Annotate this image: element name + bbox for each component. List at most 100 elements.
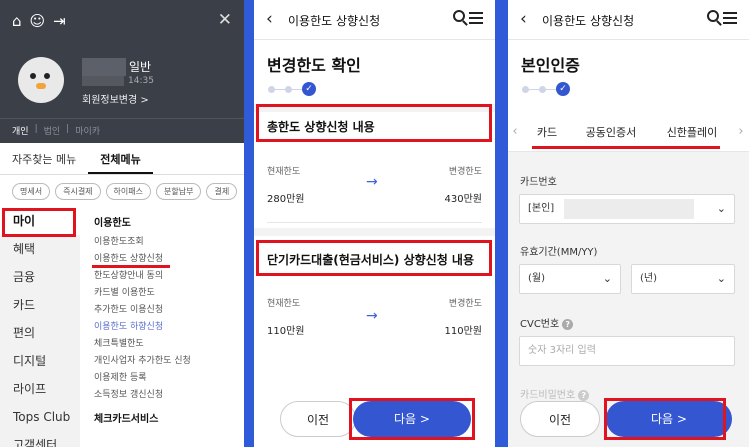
profile-header: ⌂ ☺ ⇥ ✕ 일반 14:35 회원정보변경 > 개인 | 법인 | 마이카 bbox=[0, 0, 244, 143]
menu-item[interactable]: 카드별 이용한도 bbox=[94, 285, 244, 302]
sidebar-item-benefit[interactable]: 혜택 bbox=[0, 235, 80, 263]
header-title: 이용한도 상향신청 bbox=[542, 14, 635, 28]
menu-tabs: 자주찾는 메뉴 전체메뉴 bbox=[0, 143, 244, 175]
chevron-down-icon: ⌄ bbox=[716, 202, 726, 215]
month-select[interactable]: (월) ⌄ bbox=[519, 264, 621, 294]
menu-item[interactable]: 소득정보 갱신신청 bbox=[94, 387, 244, 404]
tab-shinhan-play[interactable]: 신한플레이 bbox=[650, 124, 734, 140]
cvc-label-text: CVC번호 bbox=[520, 319, 560, 330]
app-header: ‹ 이용한도 상향신청 bbox=[254, 0, 495, 40]
total-current-value: 280만원 bbox=[267, 194, 305, 205]
sidebar-item-card[interactable]: 카드 bbox=[0, 291, 80, 319]
prev-button[interactable]: 이전 bbox=[280, 401, 356, 437]
all-menu-screen: ⌂ ☺ ⇥ ✕ 일반 14:35 회원정보변경 > 개인 | 법인 | 마이카 … bbox=[0, 0, 244, 447]
chip-installment[interactable]: 분할납부 bbox=[156, 183, 202, 200]
member-type-mycar[interactable]: 마이카 bbox=[75, 124, 100, 138]
sidebar-item-my[interactable]: 마이 bbox=[0, 207, 80, 235]
chip-payment[interactable]: 결제 bbox=[206, 183, 238, 200]
next-button[interactable]: 다음 > bbox=[606, 401, 732, 437]
total-changed-value: 430만원 bbox=[444, 194, 483, 205]
submenu-heading: 이용한도 bbox=[94, 218, 131, 229]
member-type-personal[interactable]: 개인 bbox=[12, 124, 29, 138]
section-cash-advance-title: 단기카드대출(현금서비스) 상향신청 내용 bbox=[267, 253, 475, 267]
panel-separator bbox=[495, 0, 508, 447]
hamburger-icon[interactable] bbox=[723, 12, 737, 24]
sidebar-item-tops-club[interactable]: Tops Club bbox=[0, 403, 80, 431]
section-total-limit-title: 총한도 상향신청 내용 bbox=[267, 120, 375, 134]
year-select[interactable]: (년) ⌄ bbox=[631, 264, 735, 294]
tab-frequent[interactable]: 자주찾는 메뉴 bbox=[0, 143, 88, 174]
app-header: ‹ 이용한도 상향신청 bbox=[508, 0, 749, 40]
menu-item[interactable]: 한도상향안내 동의 bbox=[94, 268, 244, 285]
tab-joint-certificate[interactable]: 공동인증서 bbox=[572, 124, 650, 140]
submenu-list: 이용한도 이용한도조회 이용한도 상향신청 한도상향안내 동의 카드별 이용한도… bbox=[94, 214, 244, 425]
current-limit-label: 현재한도 bbox=[267, 299, 301, 309]
current-limit-label: 현재한도 bbox=[267, 167, 301, 177]
close-icon[interactable]: ✕ bbox=[218, 10, 232, 30]
person-icon[interactable]: ☺ bbox=[30, 12, 46, 30]
menu-item[interactable]: 개인사업자 추가한도 신청 bbox=[94, 353, 244, 370]
year-value: (년) bbox=[640, 273, 658, 284]
sidebar-item-convenience[interactable]: 편의 bbox=[0, 319, 80, 347]
submenu-heading-check-card: 체크카드서비스 bbox=[94, 414, 159, 425]
search-icon[interactable] bbox=[453, 10, 465, 22]
tab-card[interactable]: 카드 bbox=[522, 124, 572, 140]
top-icon-bar: ⌂ ☺ ⇥ bbox=[12, 12, 66, 30]
card-password-label-text: 카드비밀번호 bbox=[520, 390, 576, 401]
menu-item[interactable]: 이용한도 하향신청 bbox=[94, 319, 244, 336]
page-title: 변경한도 확인 bbox=[267, 56, 361, 75]
avatar bbox=[18, 57, 64, 103]
limit-confirm-screen: ‹ 이용한도 상향신청 변경한도 확인 ✓ 총한도 상향신청 내용 현재한도 변… bbox=[254, 0, 495, 447]
sidebar-item-life[interactable]: 라이프 bbox=[0, 375, 80, 403]
back-icon[interactable]: ‹ bbox=[266, 9, 273, 29]
check-icon: ✓ bbox=[556, 82, 570, 96]
sidebar-item-digital[interactable]: 디지털 bbox=[0, 347, 80, 375]
help-icon[interactable]: ? bbox=[578, 389, 590, 401]
chip-statement[interactable]: 명세서 bbox=[12, 183, 51, 200]
home-icon[interactable]: ⌂ bbox=[12, 12, 22, 30]
category-sidebar: 마이 혜택 금융 카드 편의 디지털 라이프 Tops Club 고객센터 bbox=[0, 207, 80, 447]
chevron-right-icon[interactable]: › bbox=[734, 124, 748, 139]
logout-icon[interactable]: ⇥ bbox=[53, 12, 66, 30]
chevron-down-icon: ⌄ bbox=[602, 272, 612, 285]
menu-item[interactable]: 이용제한 등록 bbox=[94, 370, 244, 387]
cvc-label: CVC번호? bbox=[520, 315, 574, 330]
help-icon[interactable]: ? bbox=[562, 318, 574, 330]
sidebar-item-customer-center[interactable]: 고객센터 bbox=[0, 431, 80, 447]
cvc-input[interactable]: 숫자 3자리 입력 bbox=[519, 336, 735, 366]
menu-item[interactable]: 이용한도조회 bbox=[94, 234, 244, 251]
identity-verify-screen: ‹ 이용한도 상향신청 본인인증 ✓ ‹ 카드 공동인증서 신한플레이 › 카드… bbox=[508, 0, 749, 447]
hamburger-icon[interactable] bbox=[469, 12, 483, 24]
check-icon: ✓ bbox=[302, 82, 316, 96]
page-title: 본인인증 bbox=[521, 56, 580, 75]
search-icon[interactable] bbox=[707, 10, 719, 22]
header-title: 이용한도 상향신청 bbox=[288, 14, 381, 28]
card-password-label: 카드비밀번호? bbox=[520, 386, 590, 401]
menu-item[interactable]: 추가한도 이용신청 bbox=[94, 302, 244, 319]
next-button[interactable]: 다음 > bbox=[353, 401, 471, 437]
chip-hipass[interactable]: 하이패스 bbox=[105, 183, 151, 200]
month-value: (월) bbox=[528, 273, 546, 284]
login-time: 14:35 bbox=[128, 76, 154, 86]
changed-limit-label: 변경한도 bbox=[448, 299, 482, 309]
card-number-value: [본인] bbox=[528, 203, 555, 214]
back-icon[interactable]: ‹ bbox=[520, 9, 527, 29]
member-type-corporate[interactable]: 법인 bbox=[44, 124, 61, 138]
cash-current-value: 110만원 bbox=[267, 326, 305, 337]
masked-date bbox=[82, 76, 124, 86]
chevron-down-icon: ⌄ bbox=[716, 272, 726, 285]
highlight-underline bbox=[532, 146, 720, 149]
expiry-label: 유효기간(MM/YY) bbox=[520, 247, 598, 258]
highlight-underline bbox=[92, 265, 170, 268]
arrow-right-icon: → bbox=[366, 308, 378, 324]
card-number-select[interactable]: [본인] ⌄ bbox=[519, 194, 735, 224]
member-type-tabs: 개인 | 법인 | 마이카 bbox=[0, 118, 244, 143]
sidebar-item-finance[interactable]: 금융 bbox=[0, 263, 80, 291]
card-number-label: 카드번호 bbox=[520, 177, 557, 188]
chip-instant-pay[interactable]: 즉시결제 bbox=[55, 183, 101, 200]
chevron-left-icon[interactable]: ‹ bbox=[508, 124, 522, 139]
tab-all-menu[interactable]: 전체메뉴 bbox=[88, 143, 153, 174]
prev-button[interactable]: 이전 bbox=[520, 401, 600, 437]
menu-item[interactable]: 체크특별한도 bbox=[94, 336, 244, 353]
member-edit-link[interactable]: 회원정보변경 > bbox=[82, 91, 149, 106]
